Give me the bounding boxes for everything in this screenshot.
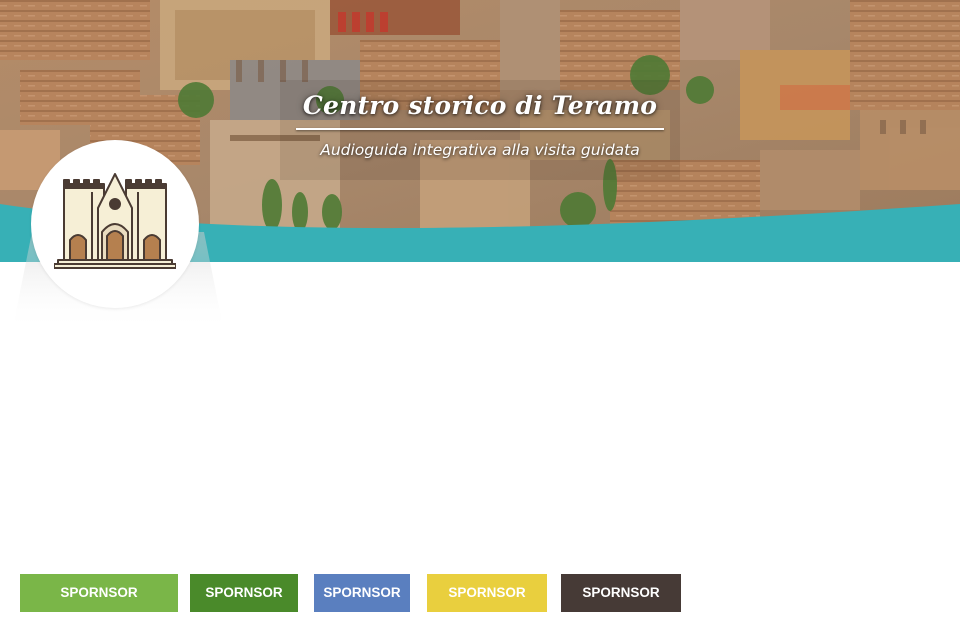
cathedral-facade-icon: [54, 173, 176, 269]
title-divider: [296, 128, 664, 130]
sponsor-button-2[interactable]: SPORNSOR: [190, 574, 298, 612]
title-block: Centro storico di Teramo Audioguida inte…: [296, 86, 664, 159]
sponsor-button-5[interactable]: SPORNSOR: [561, 574, 681, 612]
sponsor-button-4[interactable]: SPORNSOR: [427, 574, 547, 612]
page-subtitle: Audioguida integrativa alla visita guida…: [320, 141, 640, 159]
page-title: Centro storico di Teramo: [302, 91, 658, 120]
sponsor-button-1[interactable]: SPORNSOR: [20, 574, 178, 612]
sponsor-button-3[interactable]: SPORNSOR: [314, 574, 410, 612]
